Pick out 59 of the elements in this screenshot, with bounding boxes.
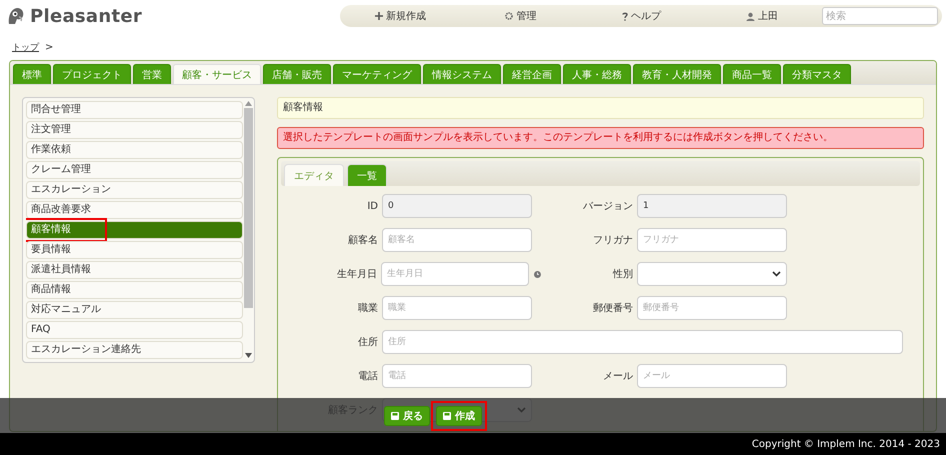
- template-item[interactable]: クレーム管理: [26, 161, 243, 179]
- nav-link[interactable]: 上田: [702, 9, 822, 23]
- template-item[interactable]: 注文管理: [26, 121, 243, 139]
- input-field[interactable]: 電話: [382, 364, 532, 388]
- nav-link[interactable]: ヘルプ: [581, 9, 702, 23]
- field-label: ID: [366, 200, 379, 212]
- plus-icon: [374, 12, 383, 20]
- input-field[interactable]: 住所: [382, 330, 903, 354]
- template-item[interactable]: FAQ: [26, 321, 243, 339]
- template-item[interactable]: 問合せ管理: [26, 101, 243, 119]
- template-item[interactable]: 要員情報: [26, 241, 243, 259]
- field-label: 職業: [357, 302, 379, 315]
- field-label: バージョン: [582, 200, 634, 213]
- template-item[interactable]: エスカレーション: [26, 181, 243, 199]
- search-field[interactable]: 検索: [822, 7, 938, 25]
- template-item[interactable]: 派遣社員情報: [26, 261, 243, 279]
- date-field[interactable]: 生年月日: [380, 262, 530, 286]
- help-icon: [622, 12, 628, 20]
- input-field[interactable]: メール: [637, 364, 787, 388]
- notice-message: 選択したテンプレートの画面サンプルを表示しています。このテンプレートを利用するには作成ボタンを押してください。: [277, 127, 924, 149]
- input-field[interactable]: 郵便番号: [637, 296, 787, 320]
- template-item[interactable]: 作業依頼: [26, 141, 243, 159]
- breadcrumb-separator: >: [45, 42, 54, 52]
- breadcrumb-link[interactable]: トップ: [12, 40, 39, 54]
- page-title: 顧客情報: [277, 97, 924, 119]
- field-label: メール: [602, 370, 634, 383]
- field-label: 電話: [357, 370, 379, 383]
- gear-icon: [505, 12, 514, 20]
- field-label: 生年月日: [336, 268, 378, 281]
- template-item[interactable]: 商品情報: [26, 281, 243, 299]
- template-item[interactable]: 対応マニュアル: [26, 301, 243, 319]
- readonly-field[interactable]: 1: [637, 194, 787, 218]
- template-item[interactable]: 商品改善要求: [26, 201, 243, 219]
- nav-link[interactable]: 管理: [460, 9, 581, 23]
- field-label: 郵便番号: [592, 302, 634, 315]
- category-tab[interactable]: 顧客・サービス: [173, 64, 261, 84]
- input-field[interactable]: フリガナ: [637, 228, 787, 252]
- scrollbar-thumb[interactable]: [244, 108, 253, 308]
- scroll-down-icon[interactable]: [245, 353, 252, 358]
- template-item[interactable]: エスカレーション連絡先: [26, 341, 243, 359]
- field-label: フリガナ: [592, 234, 634, 247]
- copyright-text: Copyright © Implem Inc. 2014 - 2023: [752, 438, 940, 450]
- select-field[interactable]: [637, 262, 787, 286]
- field-label: 住所: [357, 336, 379, 349]
- bird-logo-icon: [6, 6, 26, 26]
- caret-icon: [772, 271, 781, 277]
- field-label: 性別: [612, 268, 634, 281]
- input-field[interactable]: 顧客名: [382, 228, 532, 252]
- save-icon: [391, 412, 399, 420]
- input-field[interactable]: 職業: [382, 296, 532, 320]
- readonly-field[interactable]: 0: [382, 194, 532, 218]
- template-item[interactable]: 顧客情報: [26, 221, 243, 239]
- field-label: 顧客名: [347, 234, 379, 247]
- scroll-up-icon[interactable]: [245, 101, 252, 106]
- user-icon: [746, 12, 755, 20]
- save-icon: [443, 412, 451, 420]
- clock-icon[interactable]: [534, 270, 541, 278]
- nav-link[interactable]: 新規作成: [340, 9, 460, 23]
- logo-text: Pleasanter: [30, 6, 142, 26]
